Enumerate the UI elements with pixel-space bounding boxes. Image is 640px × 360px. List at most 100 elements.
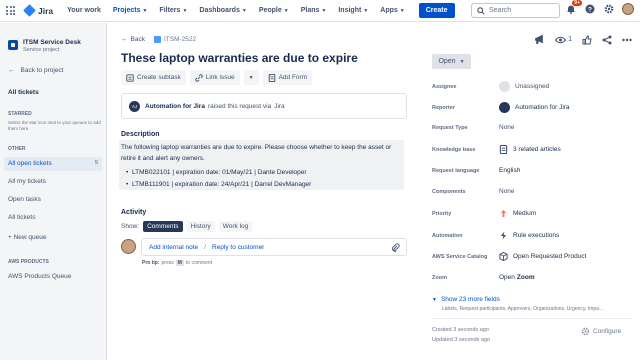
more-actions-button[interactable]: ▼: [243, 70, 259, 85]
arrow-left-icon: ←: [121, 36, 128, 43]
request-language-value[interactable]: English: [499, 167, 520, 174]
description-label: Description: [121, 131, 160, 138]
jira-logo[interactable]: Jira: [23, 4, 54, 17]
queue-all-tickets[interactable]: All tickets: [8, 214, 35, 221]
form-icon: [268, 73, 275, 82]
notifications-button[interactable]: 9+: [565, 0, 582, 15]
raised-actor[interactable]: Automation for Jira: [145, 103, 205, 110]
nav-filters[interactable]: Filters ▼: [159, 7, 187, 14]
back-to-project-link[interactable]: ← Back to project: [8, 67, 64, 74]
all-tickets-title: All tickets: [8, 89, 39, 96]
reply-to-customer-button[interactable]: Reply to customer: [212, 244, 264, 251]
project-header[interactable]: ITSM Service Desk Service project: [8, 39, 81, 53]
created-timestamp: Created 3 seconds ago: [432, 327, 489, 333]
nav-plans[interactable]: Plans ▼: [301, 7, 327, 14]
issue-key-link[interactable]: ITSM-2522: [153, 36, 196, 43]
automation-value[interactable]: Rule executions: [499, 231, 559, 240]
tab-history[interactable]: History: [186, 221, 215, 232]
add-form-button[interactable]: Add Form: [262, 70, 313, 85]
zoom-value[interactable]: Open Zoom: [499, 274, 535, 281]
chevron-down-icon: ▼: [321, 8, 327, 14]
add-internal-note-button[interactable]: Add internal note: [149, 244, 198, 251]
status-dropdown[interactable]: Open ▼: [432, 54, 471, 69]
feedback-button[interactable]: [534, 34, 545, 45]
protip-suffix: to comment: [185, 260, 213, 266]
lightning-icon: [500, 231, 507, 240]
paperclip-icon[interactable]: [391, 243, 400, 252]
app-switcher-icon[interactable]: [6, 5, 18, 17]
help-button[interactable]: ?: [584, 3, 596, 15]
queue-all-my-tickets[interactable]: All my tickets: [8, 178, 46, 185]
protip-press: press: [161, 260, 174, 266]
divider: [432, 318, 632, 319]
field-label: AWS Service Catalog: [432, 253, 488, 260]
issue-type-icon: [153, 36, 161, 43]
nav-insight[interactable]: Insight ▼: [338, 7, 368, 14]
configure-button[interactable]: Configure: [581, 327, 621, 336]
link-issue-button[interactable]: Link issue: [189, 70, 240, 85]
ellipsis-icon: [622, 38, 632, 41]
issue-actions: 1: [534, 34, 632, 45]
nav-apps[interactable]: Apps ▼: [380, 7, 404, 14]
cube-icon: [499, 252, 508, 261]
nav-dashboards[interactable]: Dashboards ▼: [199, 7, 246, 14]
field-components: Components None: [432, 188, 632, 195]
comment-input[interactable]: Add internal note / Reply to customer: [141, 238, 407, 256]
create-button[interactable]: Create: [418, 3, 455, 18]
nav-projects[interactable]: Projects ▼: [113, 7, 148, 14]
user-avatar[interactable]: [622, 3, 634, 15]
nav-people[interactable]: People ▼: [259, 7, 289, 14]
search-input[interactable]: Search: [471, 3, 560, 18]
queue-open-tasks[interactable]: Open tasks: [8, 196, 41, 203]
request-type-value[interactable]: None: [499, 124, 515, 131]
field-priority: Priority Medium: [432, 209, 632, 218]
field-label: Knowledge base: [432, 146, 476, 153]
field-label: Request Type: [432, 124, 468, 131]
status-label: Open: [438, 58, 456, 65]
nav-your-work[interactable]: Your work: [67, 7, 101, 14]
chevron-down-icon: ▼: [142, 8, 148, 14]
field-label: Request language: [432, 167, 480, 174]
create-subtask-button[interactable]: Create subtask: [121, 70, 186, 85]
assignee-value[interactable]: Unassigned: [499, 81, 549, 92]
queue-aws-products[interactable]: AWS Products Queue: [8, 273, 71, 280]
components-value[interactable]: None: [499, 188, 515, 195]
starred-heading: STARRED: [8, 111, 32, 117]
zoom-brand: Zoom: [516, 274, 535, 281]
list-item: LTMB111901 | expiration date: 24/Apr/21 …: [126, 179, 311, 191]
field-label: Assignee: [432, 83, 457, 90]
back-button[interactable]: ← Back: [121, 36, 145, 43]
watch-count: 1: [568, 36, 572, 43]
share-button[interactable]: [602, 35, 612, 45]
more-button[interactable]: [622, 38, 632, 42]
knowledge-base-value[interactable]: 3 related articles: [499, 145, 561, 154]
breadcrumb: ← Back ITSM-2522: [121, 36, 196, 43]
watch-button[interactable]: 1: [555, 36, 572, 44]
priority-value[interactable]: Medium: [499, 209, 536, 218]
queue-all-open-tickets[interactable]: All open tickets: [8, 160, 52, 167]
field-knowledge-base: Knowledge base 3 related articles: [432, 145, 632, 154]
chevron-down-icon: ▼: [182, 8, 188, 14]
settings-button[interactable]: [603, 3, 615, 15]
show-label: Show:: [121, 223, 140, 230]
tab-work-log[interactable]: Work log: [218, 221, 253, 232]
raised-text: raised this request via: [207, 102, 272, 110]
gear-icon: [604, 4, 614, 14]
subtask-icon: [126, 73, 134, 82]
tab-comments[interactable]: Comments: [143, 221, 183, 232]
top-navigation: Jira Your work Projects ▼ Filters ▼ Dashbo…: [0, 0, 640, 22]
vote-button[interactable]: [582, 34, 592, 45]
field-reporter: Reporter Automation for Jira: [432, 102, 632, 113]
aws-heading: AWS PRODUCTS: [8, 259, 49, 265]
logo-text: Jira: [38, 5, 54, 16]
more-fields-list: Labels, Request participants, Approvers,…: [442, 306, 604, 312]
issue-title[interactable]: These laptop warranties are due to expir…: [121, 51, 358, 65]
new-queue-button[interactable]: + New queue: [8, 234, 47, 241]
show-more-fields-button[interactable]: ▼ Show 23 more fields: [432, 296, 500, 303]
raised-by-banner: AJ Automation for Jira raised this reque…: [121, 93, 407, 119]
search-placeholder: Search: [489, 7, 512, 14]
description-list: LTMB022101 | expiration date: 01/May/21 …: [126, 167, 311, 191]
issue-toolbar: Create subtask Link issue ▼ Add Form: [121, 70, 313, 85]
aws-service-catalog-value[interactable]: Open Requested Product: [499, 252, 586, 261]
reporter-value[interactable]: Automation for Jira: [499, 102, 570, 113]
